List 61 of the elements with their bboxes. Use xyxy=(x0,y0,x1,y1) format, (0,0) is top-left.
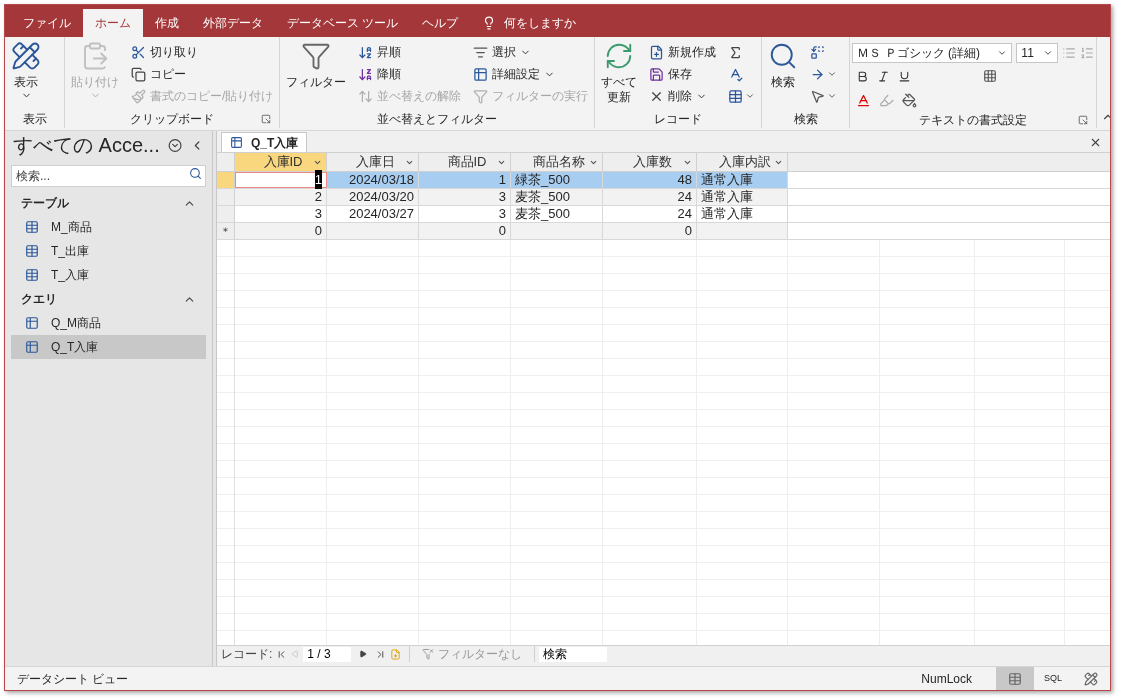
group-title: クリップボード xyxy=(130,111,215,128)
column-header[interactable]: 入庫ID xyxy=(235,153,327,171)
descending-button[interactable]: 降順 xyxy=(354,63,466,85)
table-cell: 0 xyxy=(603,223,697,239)
table-cell: 緑茶_500 xyxy=(511,172,603,188)
table-cell: 2 xyxy=(235,189,327,205)
view-button[interactable]: SQL xyxy=(1034,666,1072,690)
view-button[interactable]: 表示 xyxy=(7,41,45,105)
table-cell: 24 xyxy=(603,189,697,205)
delete-button[interactable]: 削除 xyxy=(645,85,721,107)
nav-item[interactable]: M_商品 xyxy=(11,215,206,239)
record-position-field[interactable]: 1 / 3 xyxy=(303,646,352,662)
search-field[interactable]: 検索... xyxy=(11,165,206,187)
table-cell: 3 xyxy=(419,189,511,205)
ribbon-tab[interactable]: 作成 xyxy=(143,9,191,37)
ribbon-tab[interactable]: 外部データ xyxy=(191,9,275,37)
ribbon-tab[interactable]: ホーム xyxy=(83,9,143,37)
ribbon-tab[interactable]: ヘルプ xyxy=(410,9,471,37)
table-cell: 0 xyxy=(235,223,327,239)
table-cell: 麦茶_500 xyxy=(511,189,603,205)
cut-button[interactable]: 切り取り xyxy=(127,41,278,63)
table-cell: 通常入庫 xyxy=(697,172,788,188)
nav-item[interactable]: Q_M商品 xyxy=(11,311,206,335)
numlock-indicator: NumLock xyxy=(921,670,972,688)
status-text: データシート ビュー xyxy=(16,670,129,688)
ribbon-tab[interactable]: データベース ツール xyxy=(275,9,411,37)
tell-me-field[interactable]: 何をしますか xyxy=(470,9,589,37)
font-size-field[interactable]: 11 xyxy=(1016,43,1059,63)
table-cell: 1 xyxy=(235,172,327,188)
filter-button[interactable]: フィルター xyxy=(282,41,351,105)
ribbon-tab[interactable]: ファイル xyxy=(11,9,83,37)
nav-item[interactable]: T_入庫 xyxy=(11,263,206,287)
table-cell: 2024/03/20 xyxy=(327,189,419,205)
pane-title: すべての Acce... xyxy=(13,133,160,158)
table-cell: 通常入庫 xyxy=(697,189,788,205)
table-cell: 0 xyxy=(419,223,511,239)
copy-button[interactable]: コピー xyxy=(127,63,278,85)
find-button[interactable]: 検索 xyxy=(764,41,803,105)
save-button[interactable]: 保存 xyxy=(645,63,721,85)
group-title: テキストの書式設定 xyxy=(919,112,1028,129)
nav-item[interactable]: Q_T入庫 xyxy=(11,335,206,359)
table-cell: 48 xyxy=(603,172,697,188)
group-header[interactable]: クエリ xyxy=(21,290,57,308)
group-header[interactable]: テーブル xyxy=(21,194,69,212)
group-title: 検索 xyxy=(793,111,818,128)
document-tab[interactable]: Q_T入庫 xyxy=(221,132,308,152)
new-record-marker: ＊ xyxy=(217,223,235,239)
table-cell: 2024/03/18 xyxy=(327,172,419,188)
font-name-field[interactable]: ＭＳ Ｐゴシック (詳細) xyxy=(852,43,1013,63)
advanced-button[interactable]: 詳細設定 xyxy=(469,63,593,85)
group-title: レコード xyxy=(654,111,703,128)
group-title: 表示 xyxy=(22,111,47,128)
group-title: 並べ替えとフィルター xyxy=(377,111,498,128)
record-label: レコード: xyxy=(220,646,274,663)
search-field[interactable]: 検索 xyxy=(539,646,608,662)
selection-button[interactable]: 選択 xyxy=(469,41,593,63)
refresh-all-button[interactable]: すべて 更新 xyxy=(597,41,642,105)
nav-item[interactable]: T_出庫 xyxy=(11,239,206,263)
ascending-button[interactable]: 昇順 xyxy=(354,41,466,63)
table-cell: 1 xyxy=(419,172,511,188)
new-record-button[interactable]: 新規作成 xyxy=(645,41,721,63)
